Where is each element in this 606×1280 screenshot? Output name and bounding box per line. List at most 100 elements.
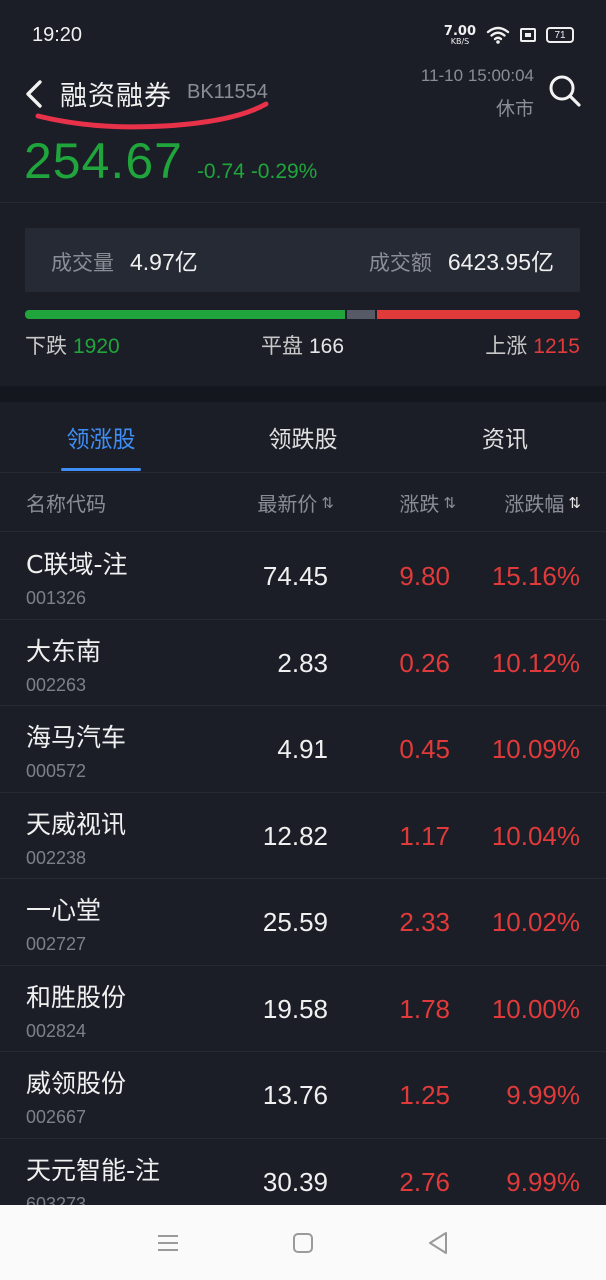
table-row[interactable]: C联域-注 001326 74.45 9.80 15.16% [0,533,606,620]
stock-code: 002824 [26,1020,87,1041]
stock-change: 0.45 [399,734,450,764]
amount-label: 成交额 [368,251,432,275]
home-icon[interactable] [283,1223,323,1263]
breadth-ratio-bar [25,310,580,319]
flat-count-item: 平盘 166 [261,330,344,360]
table-row[interactable]: 大东南 002263 2.83 0.26 10.12% [0,620,606,706]
stock-code: 002727 [26,934,87,954]
stock-name: 天威视讯 [26,809,127,839]
stock-price: 25.59 [262,907,328,937]
red-underline-annotation [35,101,269,130]
column-name-code: 名称代码 [26,492,106,516]
status-icons: 7.00 KB/S 71 [444,25,574,46]
stock-price: 30.39 [262,1166,328,1197]
section-gap [0,386,606,402]
stock-code: 002238 [26,847,87,868]
status-bar: 19:20 7.00 KB/S 71 [0,0,606,70]
stock-code: 002263 [26,674,87,695]
stock-change: 1.78 [399,993,450,1024]
price-row: 254.67 -0.74 -0.29% [24,132,317,190]
status-time: 19:20 [32,23,83,46]
up-count-item: 上涨 1215 [485,330,580,360]
price-change: -0.74 [196,160,245,183]
up-label: 上涨 [485,334,528,358]
stock-change: 1.17 [399,820,450,851]
back-icon[interactable] [418,1223,458,1263]
volume-value: 4.97亿 [130,249,198,275]
net-speed-unit: KB/S [450,36,470,46]
stock-change: 0.26 [399,647,450,678]
net-speed-indicator: 7.00 KB/S [444,25,476,46]
stock-name: 一心堂 [26,896,102,925]
stock-name: 大东南 [26,636,102,666]
stock-code: 000572 [26,761,87,781]
column-price-label: 最新价 [257,492,318,516]
ratio-bar-down [25,310,346,319]
stock-name: 海马汽车 [26,723,127,752]
stock-change-pct: 15.16% [491,561,580,591]
wifi-icon [486,26,510,44]
stock-price: 13.76 [262,1080,328,1110]
tab-top-losers[interactable]: 领跌股 [202,402,404,472]
stock-price: 4.91 [277,734,328,764]
stock-price: 74.45 [262,561,328,591]
volume-label: 成交量 [51,251,114,275]
breadth-counts: 下跌 1920 平盘 166 上涨 1215 [25,330,580,360]
up-count: 1215 [533,335,580,358]
price-change-pct: -0.29% [250,160,318,183]
sort-desc-icon: ⇅ [568,493,581,512]
column-change[interactable]: 涨跌 ⇅ [399,488,456,517]
amount-item: 成交额 6423.95亿 [369,243,554,277]
stock-name: 天元智能-注 [26,1155,161,1185]
stock-price: 19.58 [262,993,328,1024]
stock-price: 2.83 [277,647,328,678]
table-row[interactable]: 海马汽车 000572 4.91 0.45 10.09% [0,706,606,793]
stock-change: 9.80 [399,561,450,591]
down-count-item: 下跌 1920 [25,330,120,360]
net-speed-value: 7.00 [443,23,476,39]
volume-summary: 成交量 4.97亿 成交额 6423.95亿 [25,228,580,292]
stock-change-pct: 10.04% [491,820,580,851]
market-status: 休市 [495,98,534,120]
stock-code: 002667 [26,1107,87,1127]
system-nav-bar [0,1205,606,1280]
table-row[interactable]: 和胜股份 002824 19.58 1.78 10.00% [0,966,606,1052]
current-price: 254.67 [24,133,183,189]
flat-label: 平盘 [260,334,303,358]
quote-datetime: 11-10 15:00:04 [420,66,534,85]
table-row[interactable]: 威领股份 002667 13.76 1.25 9.99% [0,1052,606,1139]
stock-code: 001326 [26,588,87,608]
column-change-label: 涨跌 [399,492,440,516]
stock-change: 1.25 [399,1080,450,1110]
column-pct-label: 涨跌幅 [504,492,565,516]
flat-count: 166 [308,335,345,358]
divider [0,472,606,473]
search-icon[interactable] [546,72,584,110]
table-row[interactable]: 天威视讯 002238 12.82 1.17 10.04% [0,793,606,879]
table-row[interactable]: 一心堂 002727 25.59 2.33 10.02% [0,879,606,966]
stock-name: C联域-注 [26,550,128,579]
tab-news[interactable]: 资讯 [404,402,606,472]
stock-change-pct: 10.09% [491,734,580,764]
down-label: 下跌 [25,334,67,358]
table-header: 名称代码 最新价 ⇅ 涨跌 ⇅ 涨跌幅 ⇅ [0,474,606,532]
ratio-bar-up [377,310,580,319]
tab-bar: 领涨股 领跌股 资讯 [0,402,606,472]
sim-card-icon [520,28,536,42]
header: 融资融券 BK11554 11-10 15:00:04 休市 [0,66,606,130]
stock-change: 2.76 [399,1166,450,1197]
divider [0,202,606,203]
stock-change: 2.33 [399,907,450,937]
menu-icon[interactable] [148,1223,188,1263]
stock-change-pct: 10.12% [491,647,580,678]
volume-item: 成交量 4.97亿 [51,243,198,277]
tab-top-gainers[interactable]: 领涨股 [0,402,202,472]
stock-list: C联域-注 001326 74.45 9.80 15.16% 大东南 00226… [0,533,606,1225]
column-change-pct[interactable]: 涨跌幅 ⇅ [504,488,581,517]
amount-value: 6423.95亿 [447,249,554,275]
sort-icon: ⇅ [321,493,334,512]
column-price[interactable]: 最新价 ⇅ [257,488,334,517]
stock-name: 和胜股份 [26,982,127,1012]
stock-change-pct: 9.99% [506,1080,580,1110]
battery-icon: 71 [546,27,574,43]
